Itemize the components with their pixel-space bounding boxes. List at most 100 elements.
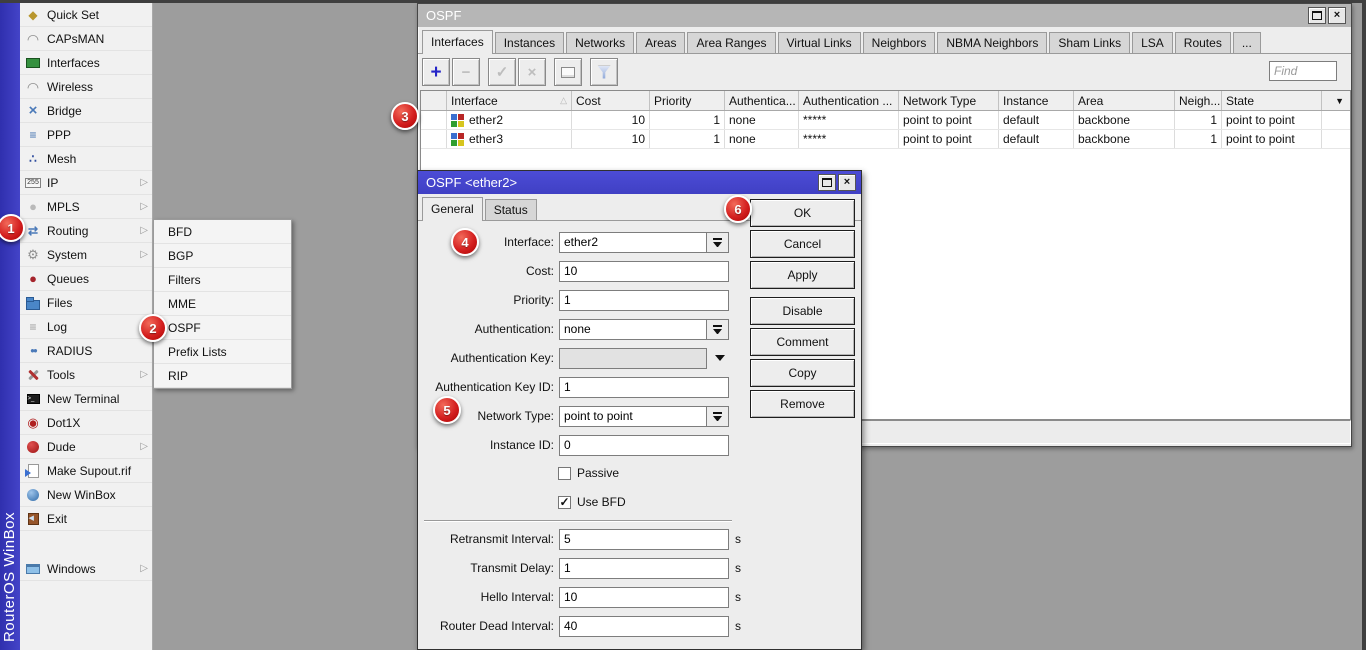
tab-general[interactable]: General <box>422 197 483 221</box>
header-instance[interactable]: Instance <box>999 91 1074 110</box>
sidebar-item-files[interactable]: Files <box>20 291 152 315</box>
authentication-key-dropdown-icon[interactable] <box>715 355 725 361</box>
hello-interval-input[interactable] <box>559 587 729 608</box>
table-row-ether3[interactable]: ether3 10 1 none ***** point to point de… <box>421 130 1350 149</box>
comment-icon <box>561 67 575 78</box>
use-bfd-checkbox[interactable] <box>558 496 571 509</box>
ok-button[interactable]: OK <box>750 199 855 227</box>
tab-networks[interactable]: Networks <box>566 32 634 53</box>
interface-input[interactable] <box>559 232 707 253</box>
find-input[interactable] <box>1269 61 1337 81</box>
submenu-item-filters[interactable]: Filters <box>154 268 291 292</box>
tab-areas[interactable]: Areas <box>636 32 685 53</box>
tab-lsa[interactable]: LSA <box>1132 32 1173 53</box>
sidebar-item-radius[interactable]: RADIUS <box>20 339 152 363</box>
remove-button[interactable]: − <box>452 58 480 86</box>
header-priority[interactable]: Priority <box>650 91 725 110</box>
authentication-input[interactable] <box>559 319 707 340</box>
filter-button[interactable] <box>590 58 618 86</box>
maximize-button[interactable] <box>1308 7 1326 24</box>
header-state[interactable]: State <box>1222 91 1322 110</box>
remove-button[interactable]: Remove <box>750 390 855 418</box>
capsman-icon <box>25 31 41 47</box>
sidebar-item-wireless[interactable]: Wireless <box>20 75 152 99</box>
maximize-button[interactable] <box>818 174 836 191</box>
submenu-item-mme[interactable]: MME <box>154 292 291 316</box>
submenu-item-rip[interactable]: RIP <box>154 364 291 388</box>
column-selector-button[interactable]: ▼ <box>1322 91 1348 110</box>
tab-nbma-neighbors[interactable]: NBMA Neighbors <box>937 32 1047 53</box>
submenu-item-ospf[interactable]: OSPF <box>154 316 291 340</box>
header-neighbors[interactable]: Neigh... <box>1175 91 1222 110</box>
priority-input[interactable] <box>559 290 729 311</box>
sidebar-item-label: New WinBox <box>47 488 116 502</box>
sidebar-item-new-winbox[interactable]: New WinBox <box>20 483 152 507</box>
sidebar-item-system[interactable]: System▷ <box>20 243 152 267</box>
header-network-type[interactable]: Network Type <box>899 91 999 110</box>
router-dead-interval-input[interactable] <box>559 616 729 637</box>
sidebar-item-dude[interactable]: Dude▷ <box>20 435 152 459</box>
apply-button[interactable]: Apply <box>750 261 855 289</box>
header-interface[interactable]: Interface△ <box>447 91 572 110</box>
tab-status[interactable]: Status <box>485 199 537 220</box>
sidebar-item-queues[interactable]: Queues <box>20 267 152 291</box>
tab-interfaces[interactable]: Interfaces <box>422 30 493 54</box>
close-button[interactable]: × <box>1328 7 1346 24</box>
instance-id-input[interactable] <box>559 435 729 456</box>
sidebar-item-mesh[interactable]: Mesh <box>20 147 152 171</box>
tab-more[interactable]: ... <box>1233 32 1261 53</box>
close-button[interactable]: × <box>838 174 856 191</box>
sidebar-item-windows[interactable]: Windows▷ <box>20 557 152 581</box>
comment-button[interactable] <box>554 58 582 86</box>
submenu-item-bgp[interactable]: BGP <box>154 244 291 268</box>
cancel-button[interactable]: Cancel <box>750 230 855 258</box>
header-authentication-key[interactable]: Authentication ... <box>799 91 899 110</box>
authentication-key-id-input[interactable] <box>559 377 729 398</box>
add-button[interactable]: + <box>422 58 450 86</box>
sidebar-item-exit[interactable]: Exit <box>20 507 152 531</box>
sidebar-item-dot1x[interactable]: Dot1X <box>20 411 152 435</box>
header-area[interactable]: Area <box>1074 91 1175 110</box>
passive-checkbox[interactable] <box>558 467 571 480</box>
disable-button[interactable]: Disable <box>750 297 855 325</box>
sidebar-item-bridge[interactable]: Bridge <box>20 99 152 123</box>
tab-instances[interactable]: Instances <box>495 32 564 53</box>
sidebar-item-quick-set[interactable]: Quick Set <box>20 3 152 27</box>
comment-button[interactable]: Comment <box>750 328 855 356</box>
submenu-item-bfd[interactable]: BFD <box>154 220 291 244</box>
table-row-ether2[interactable]: ether2 10 1 none ***** point to point de… <box>421 111 1350 130</box>
tab-area-ranges[interactable]: Area Ranges <box>687 32 775 53</box>
sidebar-item-new-terminal[interactable]: New Terminal <box>20 387 152 411</box>
sidebar-item-log[interactable]: Log <box>20 315 152 339</box>
sidebar-item-ip[interactable]: IP▷ <box>20 171 152 195</box>
tab-routes[interactable]: Routes <box>1175 32 1231 53</box>
interface-dropdown-button[interactable] <box>707 232 729 253</box>
network-type-input[interactable] <box>559 406 707 427</box>
sidebar-item-ppp[interactable]: PPP <box>20 123 152 147</box>
retransmit-interval-input[interactable] <box>559 529 729 550</box>
sidebar-item-make-supout[interactable]: Make Supout.rif <box>20 459 152 483</box>
network-type-dropdown-button[interactable] <box>707 406 729 427</box>
sidebar-item-tools[interactable]: Tools▷ <box>20 363 152 387</box>
copy-button[interactable]: Copy <box>750 359 855 387</box>
ospf-window-titlebar[interactable]: OSPF × <box>418 4 1351 27</box>
submenu-item-prefix-lists[interactable]: Prefix Lists <box>154 340 291 364</box>
authentication-dropdown-button[interactable] <box>707 319 729 340</box>
transmit-delay-input[interactable] <box>559 558 729 579</box>
tab-neighbors[interactable]: Neighbors <box>863 32 936 53</box>
header-cost[interactable]: Cost <box>572 91 650 110</box>
sidebar-item-label: Dot1X <box>47 416 80 430</box>
sidebar-item-interfaces[interactable]: Interfaces <box>20 51 152 75</box>
passive-checkbox-row: Passive <box>558 465 619 481</box>
sidebar-item-mpls[interactable]: MPLS▷ <box>20 195 152 219</box>
dialog-titlebar[interactable]: OSPF <ether2> × <box>418 171 861 194</box>
sidebar-item-capsman[interactable]: CAPsMAN <box>20 27 152 51</box>
header-authentication[interactable]: Authentica... <box>725 91 799 110</box>
ospf-ether2-dialog: OSPF <ether2> × General Status Interface… <box>417 170 862 650</box>
enable-button[interactable]: ✓ <box>488 58 516 86</box>
disable-button[interactable]: × <box>518 58 546 86</box>
tab-sham-links[interactable]: Sham Links <box>1049 32 1130 53</box>
tab-virtual-links[interactable]: Virtual Links <box>778 32 861 53</box>
cost-input[interactable] <box>559 261 729 282</box>
sidebar-item-routing[interactable]: Routing▷ <box>20 219 152 243</box>
